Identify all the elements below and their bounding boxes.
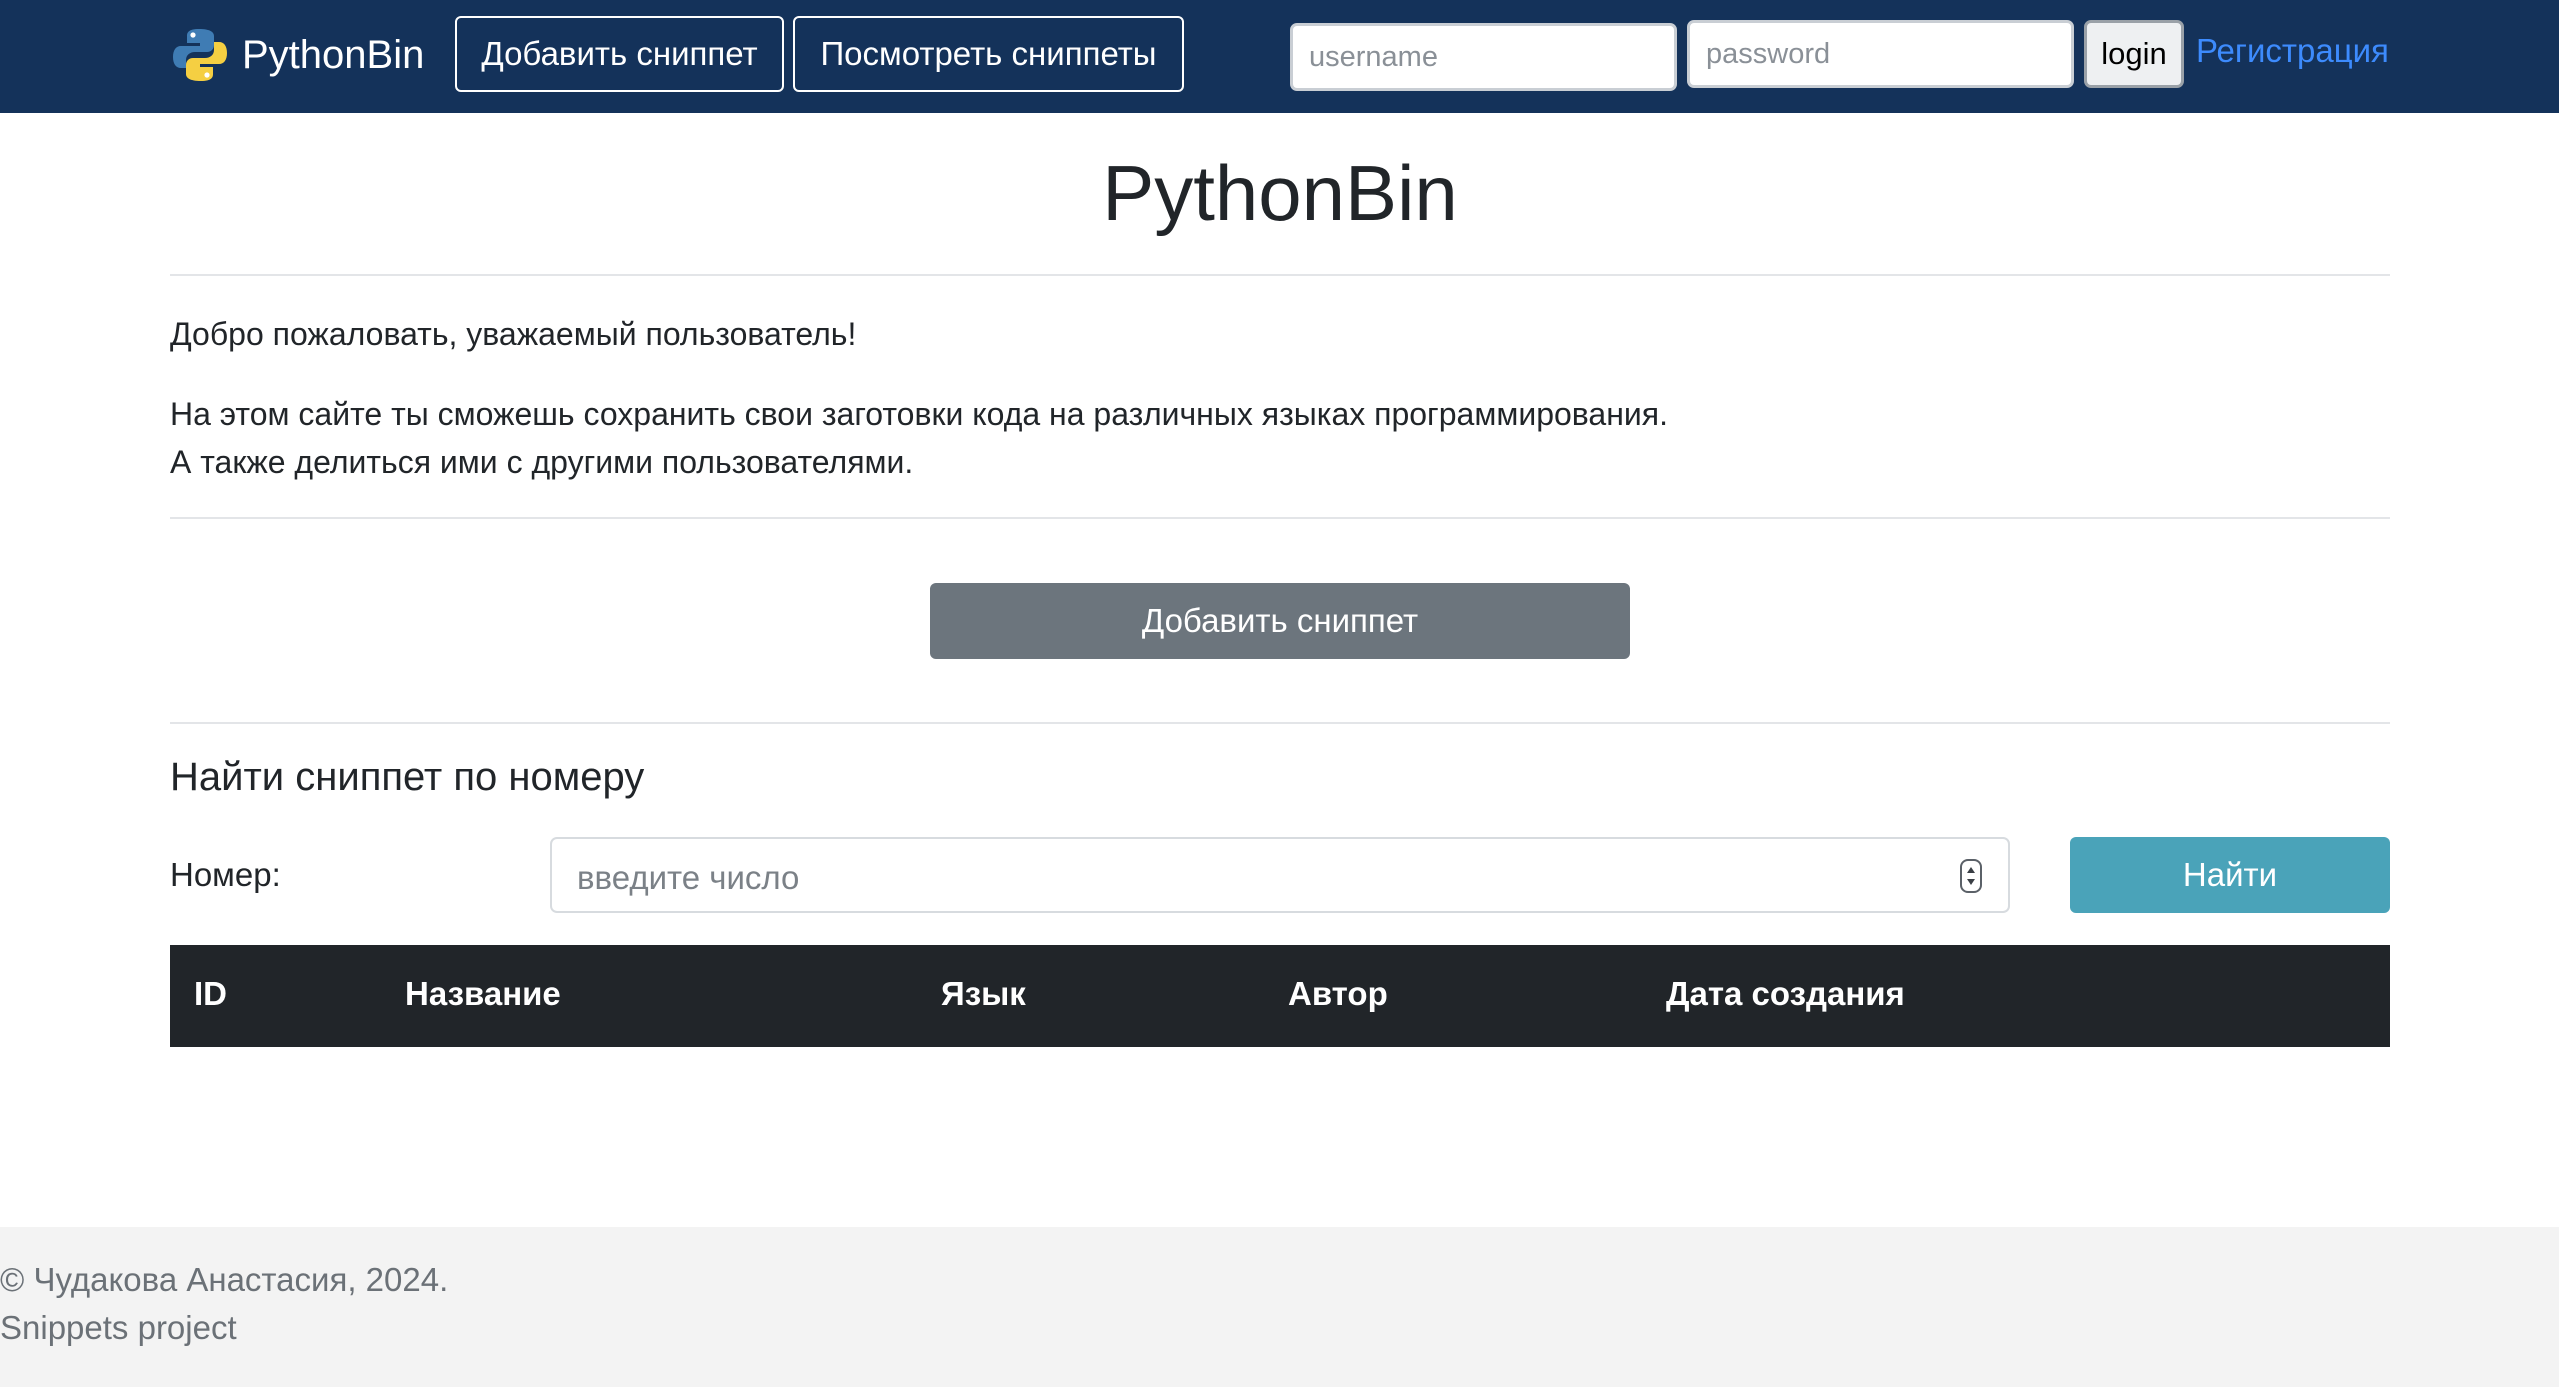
username-input[interactable] — [1290, 23, 1677, 91]
search-heading: Найти сниппет по номеру — [170, 755, 645, 799]
nav-view-snippets-button[interactable]: Посмотреть сниппеты — [793, 16, 1184, 92]
footer-project-name: Snippets project — [0, 1309, 237, 1346]
find-button[interactable]: Найти — [2070, 837, 2390, 913]
welcome-text: Добро пожаловать, уважаемый пользователь… — [170, 316, 857, 352]
snippets-table-header: ID Название Язык Автор Дата создания — [170, 945, 2390, 1047]
snippet-number-input[interactable]: введите число — [550, 837, 2010, 913]
number-placeholder: введите число — [577, 859, 800, 896]
column-header-name[interactable]: Название — [405, 975, 561, 1013]
description-line-1: На этом сайте ты сможешь сохранить свои … — [170, 396, 1668, 432]
add-snippet-button[interactable]: Добавить сниппет — [930, 583, 1630, 659]
register-link[interactable]: Регистрация — [2196, 32, 2389, 70]
python-logo-icon — [173, 29, 227, 81]
column-header-id[interactable]: ID — [194, 975, 227, 1013]
divider — [170, 274, 2390, 276]
brand-link[interactable]: PythonBin — [170, 22, 424, 88]
top-navbar: PythonBin Добавить сниппет Посмотреть сн… — [0, 0, 2559, 113]
divider — [170, 517, 2390, 519]
description-line-2: А также делиться ими с другими пользоват… — [170, 444, 914, 480]
page-title: PythonBin — [1102, 149, 1458, 237]
column-header-author[interactable]: Автор — [1288, 975, 1388, 1013]
divider — [170, 722, 2390, 724]
column-header-language[interactable]: Язык — [941, 975, 1026, 1013]
login-button[interactable]: login — [2084, 20, 2184, 88]
column-header-date[interactable]: Дата создания — [1666, 975, 1905, 1013]
spinner-arrows-icon[interactable] — [1960, 859, 1982, 893]
password-input[interactable] — [1687, 20, 2074, 88]
footer-copyright: © Чудакова Анастасия, 2024. — [0, 1261, 449, 1298]
footer: © Чудакова Анастасия, 2024. Snippets pro… — [0, 1227, 2559, 1387]
number-label: Номер: — [170, 856, 281, 893]
nav-add-snippet-button[interactable]: Добавить сниппет — [455, 16, 784, 92]
brand-name: PythonBin — [242, 32, 425, 77]
